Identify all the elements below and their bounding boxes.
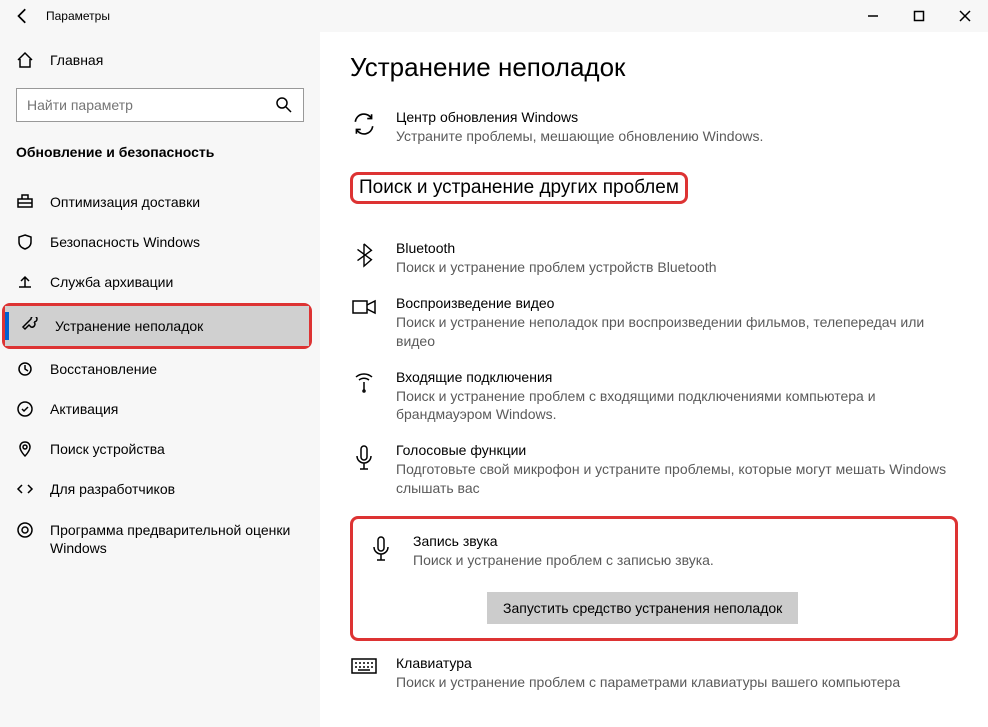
- home-icon: [16, 51, 34, 69]
- insider-icon: [16, 521, 34, 539]
- close-button[interactable]: [942, 0, 988, 32]
- titlebar: Параметры: [0, 0, 988, 32]
- item-incoming[interactable]: Входящие подключения Поиск и устранение …: [350, 369, 958, 425]
- home-link[interactable]: Главная: [0, 40, 320, 80]
- sidebar-item-activation[interactable]: Активация: [0, 389, 320, 429]
- item-video[interactable]: Воспроизведение видео Поиск и устранение…: [350, 295, 958, 351]
- item-bluetooth[interactable]: Bluetooth Поиск и устранение проблем уст…: [350, 240, 958, 277]
- shield-icon: [16, 233, 34, 251]
- item-recording[interactable]: Запись звука Поиск и устранение проблем …: [367, 533, 941, 570]
- settings-window: Параметры Главная Обновление и безопасно…: [0, 0, 988, 727]
- sidebar: Главная Обновление и безопасность Оптими…: [0, 32, 320, 727]
- run-troubleshooter-button[interactable]: Запустить средство устранения неполадок: [487, 592, 798, 624]
- search-box[interactable]: [16, 88, 304, 122]
- sidebar-item-developers[interactable]: Для разработчиков: [0, 469, 320, 509]
- back-button[interactable]: [0, 0, 46, 32]
- item-voice[interactable]: Голосовые функции Подготовьте свой микро…: [350, 442, 958, 498]
- microphone-icon: [353, 444, 375, 472]
- item-windows-update[interactable]: Центр обновления Windows Устраните пробл…: [350, 109, 958, 146]
- search-icon: [275, 96, 293, 114]
- developer-icon: [16, 480, 34, 498]
- maximize-button[interactable]: [896, 0, 942, 32]
- minimize-icon: [867, 10, 879, 22]
- sidebar-item-security[interactable]: Безопасность Windows: [0, 222, 320, 262]
- sidebar-item-find-device[interactable]: Поиск устройства: [0, 429, 320, 469]
- signal-icon: [351, 371, 377, 397]
- sidebar-item-recovery[interactable]: Восстановление: [0, 349, 320, 389]
- maximize-icon: [913, 10, 925, 22]
- delivery-icon: [16, 193, 34, 211]
- sidebar-item-insider[interactable]: Программа предварительной оценки Windows: [0, 510, 320, 568]
- sidebar-item-delivery[interactable]: Оптимизация доставки: [0, 182, 320, 222]
- window-title: Параметры: [46, 9, 110, 23]
- microphone-icon: [370, 535, 392, 563]
- section-header: Обновление и безопасность: [0, 130, 320, 170]
- sidebar-item-troubleshoot[interactable]: Устранение неполадок: [5, 306, 309, 346]
- section-other-problems: Поиск и устранение других проблем: [350, 172, 688, 204]
- home-label: Главная: [50, 52, 103, 68]
- close-icon: [959, 10, 971, 22]
- search-input[interactable]: [27, 97, 275, 113]
- location-icon: [16, 440, 34, 458]
- keyboard-icon: [350, 657, 378, 675]
- item-keyboard[interactable]: Клавиатура Поиск и устранение проблем с …: [350, 655, 958, 692]
- video-icon: [351, 297, 377, 317]
- refresh-icon: [351, 111, 377, 137]
- bluetooth-icon: [353, 242, 375, 268]
- arrow-left-icon: [14, 7, 32, 25]
- backup-icon: [16, 273, 34, 291]
- content-area: Устранение неполадок Центр обновления Wi…: [320, 32, 988, 727]
- highlight-annotation: Устранение неполадок: [2, 303, 312, 349]
- highlight-annotation-record: Запись звука Поиск и устранение проблем …: [350, 516, 958, 641]
- wrench-icon: [21, 317, 39, 335]
- recovery-icon: [16, 360, 34, 378]
- nav-list: Оптимизация доставки Безопасность Window…: [0, 170, 320, 568]
- activation-icon: [16, 400, 34, 418]
- minimize-button[interactable]: [850, 0, 896, 32]
- sidebar-item-backup[interactable]: Служба архивации: [0, 262, 320, 302]
- page-title: Устранение неполадок: [350, 52, 958, 83]
